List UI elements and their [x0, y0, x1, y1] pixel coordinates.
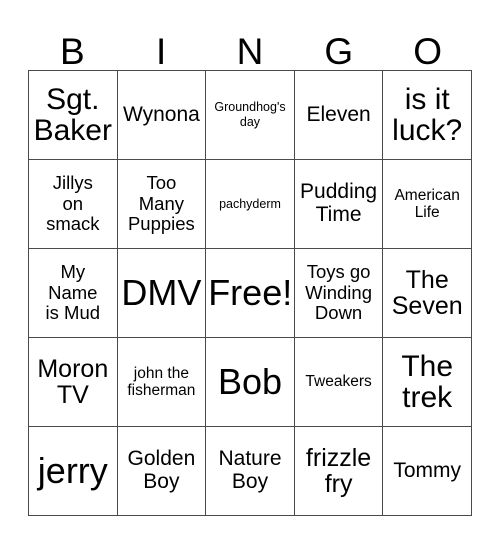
bingo-cell[interactable]: Toys go Winding Down [293, 248, 384, 338]
bingo-free-cell[interactable]: Free! [205, 248, 295, 338]
bingo-row: jerry Golden Boy Nature Boy frizzle fry Tomm… [28, 426, 472, 516]
bingo-cell-label: Jillys on smack [46, 172, 100, 235]
bingo-cell-label: Groundhog's day [214, 100, 286, 129]
bingo-cell[interactable]: DMV [116, 248, 207, 338]
bingo-cell-label: Too Many Puppies [127, 172, 195, 235]
bingo-cell[interactable]: Wynona [116, 70, 207, 160]
bingo-cell-label: Free! [208, 271, 293, 313]
bingo-cell[interactable]: Moron TV [28, 337, 118, 427]
bingo-row: My Name is Mud DMV Free! Toys go Winding Do… [28, 248, 472, 338]
bingo-cell[interactable]: The Seven [382, 248, 472, 338]
bingo-cell-label: My Name is Mud [45, 261, 101, 324]
bingo-cell-label: Sgt. Baker [33, 82, 112, 147]
bingo-cell[interactable]: Golden Boy [116, 426, 207, 516]
bingo-cell[interactable]: Nature Boy [205, 426, 295, 516]
bingo-cell[interactable]: Eleven [293, 70, 384, 160]
bingo-header-letter-o: O [413, 31, 442, 72]
bingo-cell[interactable]: pachyderm [205, 159, 295, 249]
bingo-cell[interactable]: Bob [205, 337, 295, 427]
bingo-header-letter-i: I [156, 31, 167, 72]
bingo-cell-label: Bob [217, 360, 283, 402]
bingo-grid: Sgt. Baker Wynona Groundhog's day Eleven is … [28, 70, 472, 516]
bingo-cell-label: jerry [37, 449, 108, 491]
bingo-cell[interactable]: Tommy [382, 426, 472, 516]
bingo-cell[interactable]: Groundhog's day [205, 70, 295, 160]
bingo-cell[interactable]: jerry [28, 426, 118, 516]
bingo-header-letter-n: N [236, 31, 264, 72]
bingo-cell-label: Toys go Winding Down [305, 261, 372, 324]
bingo-cell-label: is it luck? [392, 82, 463, 147]
bingo-cell-label: Pudding Time [300, 180, 378, 226]
bingo-cell-label: Tommy [393, 458, 462, 482]
bingo-cell[interactable]: john the fisherman [116, 337, 207, 427]
bingo-cell-label: Nature Boy [218, 447, 282, 493]
bingo-header-letter-g: G [324, 31, 354, 72]
bingo-cell[interactable]: My Name is Mud [28, 248, 118, 338]
bingo-cell[interactable]: Pudding Time [293, 159, 384, 249]
bingo-cell-label: Moron TV [37, 354, 109, 409]
bingo-cell-label: pachyderm [219, 196, 281, 211]
bingo-cell-label: frizzle fry [305, 443, 372, 498]
bingo-cell-label: The trek [401, 349, 454, 414]
bingo-cell-label: Eleven [306, 102, 371, 126]
bingo-cell-label: Wynona [122, 102, 200, 126]
bingo-cell[interactable]: is it luck? [382, 70, 472, 160]
bingo-cell[interactable]: Jillys on smack [28, 159, 118, 249]
bingo-row: Sgt. Baker Wynona Groundhog's day Eleven is … [28, 70, 472, 160]
bingo-cell-label: American Life [394, 186, 460, 221]
bingo-cell-label: The Seven [391, 265, 463, 320]
bingo-cell-label: DMV [121, 271, 202, 313]
bingo-cell[interactable]: American Life [382, 159, 472, 249]
bingo-cell-label: Tweakers [305, 373, 372, 391]
bingo-cell[interactable]: Sgt. Baker [28, 70, 118, 160]
bingo-header: BINGO [28, 14, 472, 70]
bingo-cell-label: Golden Boy [127, 447, 196, 493]
bingo-cell-label: john the fisherman [127, 364, 196, 399]
bingo-row: Moron TV john the fisherman Bob Tweakers The… [28, 337, 472, 427]
bingo-card: B I N G O Sgt. Baker Wynona Groundhog's day Ele… [28, 14, 472, 516]
bingo-cell[interactable]: Tweakers [293, 337, 384, 427]
bingo-cell[interactable]: The trek [382, 337, 472, 427]
bingo-row: Jillys on smack Too Many Puppies pachyderm… [28, 159, 472, 249]
bingo-header-letter-b: B [60, 31, 85, 72]
bingo-cell[interactable]: Too Many Puppies [116, 159, 207, 249]
bingo-cell[interactable]: frizzle fry [293, 426, 384, 516]
